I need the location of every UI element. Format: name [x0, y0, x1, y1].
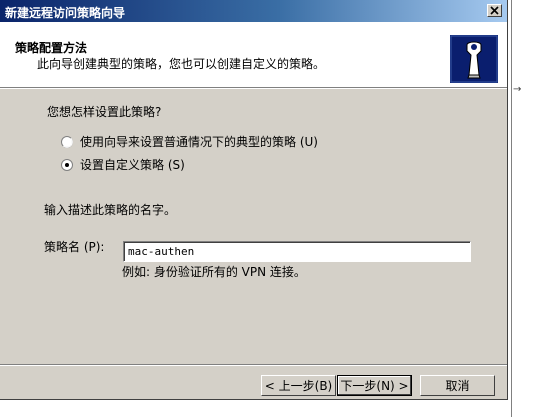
radio-unchecked-icon — [61, 135, 73, 148]
policy-name-input[interactable] — [123, 241, 471, 262]
wizard-dialog: 新建远程访问策略向导 策略配置方法 此向导创建典型的策略，您也可以创建自定义的策… — [0, 0, 508, 400]
window-title: 新建远程访问策略向导 — [5, 6, 126, 20]
name-prompt: 输入描述此策略的名字。 — [44, 203, 177, 217]
wizard-header: 策略配置方法 此向导创建典型的策略，您也可以创建自定义的策略。 — [0, 22, 507, 87]
page-title: 策略配置方法 — [15, 41, 88, 55]
title-bar[interactable]: 新建远程访问策略向导 — [0, 0, 507, 22]
page-subtitle: 此向导创建典型的策略，您也可以创建自定义的策略。 — [37, 57, 326, 71]
example-hint: 例如: 身份验证所有的 VPN 连接。 — [122, 265, 306, 279]
option-typical-policy[interactable]: 使用向导来设置普通情况下的典型的策略 (U) — [61, 133, 318, 150]
header-separator — [0, 87, 507, 89]
radio-custom-policy[interactable] — [61, 158, 73, 171]
policy-name-label: 策略名 (P): — [44, 240, 105, 254]
desktop-area — [0, 400, 509, 417]
close-button[interactable] — [487, 4, 502, 17]
radio-typical-policy[interactable] — [61, 135, 73, 148]
option-custom-policy[interactable]: 设置自定义策略 (S) — [61, 156, 185, 173]
policy-icon — [450, 35, 498, 83]
next-button[interactable]: 下一步(N) > — [337, 375, 412, 396]
option-custom-policy-label: 设置自定义策略 (S) — [80, 158, 185, 172]
footer-separator — [0, 364, 507, 366]
radio-checked-icon — [61, 158, 73, 171]
background-window-edge: → — [509, 0, 540, 417]
window-edge-line — [511, 0, 512, 417]
close-icon — [490, 6, 499, 15]
option-typical-policy-label: 使用向导来设置普通情况下的典型的策略 (U) — [80, 135, 318, 149]
back-button[interactable]: < 上一步(B) — [261, 375, 336, 396]
question-label: 您想怎样设置此策略? — [47, 105, 162, 119]
edge-arrow-mark: → — [513, 84, 522, 95]
cancel-button[interactable]: 取消 — [420, 375, 495, 396]
